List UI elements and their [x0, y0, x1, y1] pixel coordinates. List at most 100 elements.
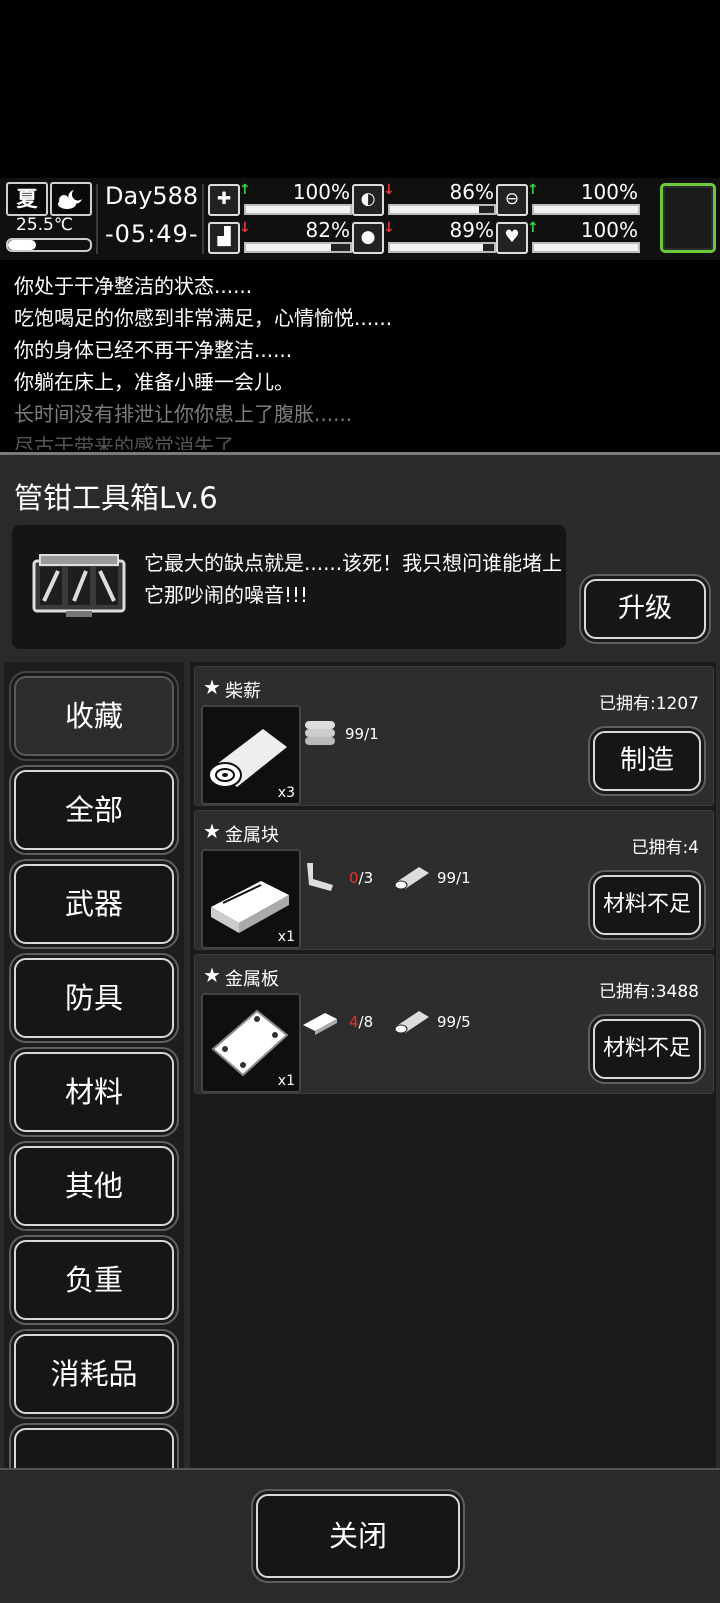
stat-mood: ⊖ ↑ 100% — [496, 180, 640, 216]
upgrade-button[interactable]: 升级 — [584, 579, 706, 639]
recipe-card[interactable]: ★ 金属块 已拥有:4 x1 0/3 99/1 材料不足 — [194, 810, 714, 950]
close-button[interactable]: 关闭 — [256, 1494, 460, 1578]
equipment-slot[interactable] — [660, 183, 716, 253]
material-count: 99/1 — [345, 725, 379, 743]
category-armor[interactable]: 防具 — [14, 958, 174, 1038]
heart-icon: ♥ — [496, 222, 528, 254]
cloud-moon-icon — [50, 182, 92, 216]
metal-plate-icon: x1 — [201, 993, 301, 1093]
category-weapons[interactable]: 武器 — [14, 864, 174, 944]
firewood-icon: x3 — [201, 705, 301, 805]
stat-bar-fill — [390, 244, 483, 251]
owned-count: 已拥有:4 — [631, 838, 699, 858]
temperature-readout: 25.5℃ — [16, 215, 73, 235]
description-box: 它最大的缺点就是......该死！我只想问谁能堵上它那吵闹的噪音!!! — [12, 525, 566, 649]
favorite-star-icon[interactable]: ★ — [203, 819, 221, 843]
metal-block-icon: x1 — [201, 849, 301, 949]
stat-bar — [532, 204, 640, 215]
item-description: 它最大的缺点就是......该死！我只想问谁能堵上它那吵闹的噪音!!! — [144, 551, 563, 607]
message-log: 你处于干净整洁的状态...... 吃饱喝足的你感到非常满足，心情愉悦......… — [0, 262, 720, 450]
stat-value: 100% — [580, 218, 638, 242]
log-line: 吃饱喝足的你感到非常满足，心情愉悦...... — [14, 306, 393, 330]
recipe-name: 柴薪 — [225, 681, 261, 702]
arrow-down-icon: ↓ — [383, 220, 395, 236]
pipe-wrench-icon — [307, 863, 333, 891]
toolbox-icon — [30, 553, 128, 619]
material-count: 0/3 — [349, 869, 374, 887]
log-line: 尽古干带来的感觉消失了 — [14, 434, 234, 450]
category-sidebar[interactable]: 收藏 全部 武器 防具 材料 其他 负重 消耗品 — [4, 662, 184, 1468]
stat-heart: ♥ ↑ 100% — [496, 218, 640, 254]
clock-readout: -05:49- — [105, 220, 199, 248]
category-more[interactable] — [14, 1428, 174, 1468]
stat-value: 100% — [292, 180, 350, 204]
category-favorites[interactable]: 收藏 — [14, 676, 174, 756]
stat-value: 82% — [305, 218, 350, 242]
favorite-star-icon[interactable]: ★ — [203, 675, 221, 699]
stat-value: 86% — [449, 180, 494, 204]
thermometer-fill — [8, 240, 36, 250]
stat-stamina: ▟ ↓ 82% — [208, 218, 352, 254]
stat-hunger: ◐ ↓ 86% — [352, 180, 496, 216]
recipe-card[interactable]: ★ 金属板 已拥有:3488 x1 4/8 99/5 材料不足 — [194, 954, 714, 1094]
material-count: 99/1 — [437, 869, 471, 887]
stat-bar-fill — [534, 244, 638, 251]
category-materials[interactable]: 材料 — [14, 1052, 174, 1132]
stomach-icon: ◐ — [352, 184, 384, 216]
day-counter: Day588 — [105, 182, 199, 210]
owned-count: 已拥有:1207 — [599, 694, 699, 714]
recipe-name: 金属块 — [225, 825, 279, 846]
log-line: 你躺在床上，准备小睡一会儿。 — [14, 370, 294, 394]
material-count: 99/5 — [437, 1013, 471, 1031]
arrow-up-icon: ↑ — [239, 182, 251, 198]
stat-bar-fill — [390, 206, 480, 213]
stat-bar — [532, 242, 640, 253]
owned-count: 已拥有:3488 — [599, 982, 699, 1002]
stat-bar-fill — [534, 206, 638, 213]
medkit-icon: ✚ — [208, 184, 240, 216]
category-load[interactable]: 负重 — [14, 1240, 174, 1320]
stat-value: 89% — [449, 218, 494, 242]
season-indicator: 夏 — [6, 182, 48, 216]
stat-bar — [244, 242, 352, 253]
craft-button[interactable]: 材料不足 — [593, 1019, 701, 1079]
arrow-up-icon: ↑ — [527, 182, 539, 198]
yield-quantity: x3 — [277, 785, 295, 801]
category-other[interactable]: 其他 — [14, 1146, 174, 1226]
craft-button[interactable]: 制造 — [593, 731, 701, 791]
stat-health: ✚ ↑ 100% — [208, 180, 352, 216]
favorite-star-icon[interactable]: ★ — [203, 963, 221, 987]
arrow-down-icon: ↓ — [239, 220, 251, 236]
firewood-icon — [394, 1011, 429, 1034]
log-line: 你处于干净整洁的状态...... — [14, 274, 253, 298]
arrow-up-icon: ↑ — [527, 220, 539, 236]
log-line: 长时间没有排泄让你你患上了腹胀...... — [14, 402, 353, 426]
arrow-down-icon: ↓ — [383, 182, 395, 198]
log-line: 你的身体已经不再干净整洁...... — [14, 338, 293, 362]
metal-block-icon — [303, 1013, 337, 1035]
status-hud: 夏 25.5℃ Day588 -05:49- ✚ ↑ 100% ◐ ↓ 86% ⊖ ↑ 100%… — [0, 178, 720, 260]
panel-title: 管钳工具箱Lv.6 — [14, 481, 218, 515]
category-all[interactable]: 全部 — [14, 770, 174, 850]
stat-bar — [388, 204, 496, 215]
recipe-card[interactable]: ★ 柴薪 已拥有:1207 x3 99/1 制造 — [194, 666, 714, 806]
stat-bar-fill — [246, 244, 332, 251]
stat-thirst: ● ↓ 89% — [352, 218, 496, 254]
yield-quantity: x1 — [277, 1073, 295, 1089]
hud-divider — [202, 184, 204, 254]
material-count: 4/8 — [349, 1013, 374, 1031]
category-consumables[interactable]: 消耗品 — [14, 1334, 174, 1414]
capsule-icon: ⊖ — [496, 184, 528, 216]
yield-quantity: x1 — [277, 929, 295, 945]
stat-value: 100% — [580, 180, 638, 204]
water-drop-icon: ● — [352, 222, 384, 254]
craft-button[interactable]: 材料不足 — [593, 875, 701, 935]
recipe-list[interactable]: ★ 柴薪 已拥有:1207 x3 99/1 制造 ★ 金属块 已拥有:4 x1 … — [190, 662, 716, 1468]
firewood-icon — [394, 867, 429, 890]
panel-footer: 关闭 — [0, 1468, 720, 1602]
stat-bar — [244, 204, 352, 215]
stat-bar-fill — [246, 206, 350, 213]
stat-bar — [388, 242, 496, 253]
boot-icon: ▟ — [208, 222, 240, 254]
firewood-icon — [305, 721, 335, 745]
